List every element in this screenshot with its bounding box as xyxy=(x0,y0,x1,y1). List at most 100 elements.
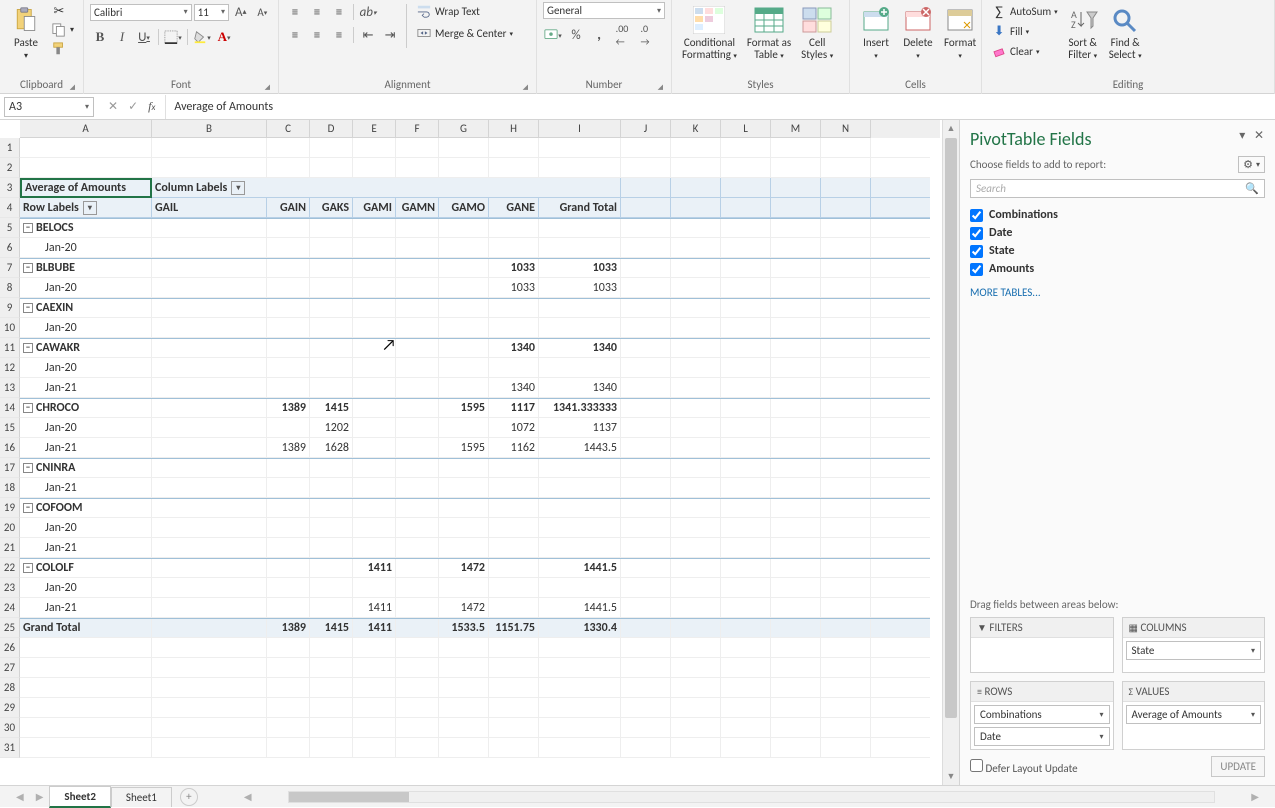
pivot-value[interactable] xyxy=(396,538,439,557)
cell[interactable] xyxy=(771,418,821,437)
copy-button[interactable]: ▾ xyxy=(48,21,77,39)
row-header-12[interactable]: 12 xyxy=(0,358,20,378)
cell[interactable] xyxy=(621,478,671,497)
row-filter-icon[interactable]: ▾ xyxy=(83,201,97,215)
cell[interactable] xyxy=(310,158,353,177)
format-button[interactable]: Format▾ xyxy=(940,2,980,64)
pivot-value[interactable] xyxy=(539,219,621,237)
cell[interactable] xyxy=(621,638,671,657)
cell[interactable] xyxy=(20,718,152,737)
pivot-value[interactable]: 1595 xyxy=(439,399,489,417)
pivot-value[interactable] xyxy=(396,299,439,317)
cell[interactable] xyxy=(721,259,771,277)
cell[interactable] xyxy=(353,658,396,677)
cell[interactable] xyxy=(310,698,353,717)
field-amounts[interactable]: Amounts xyxy=(970,260,1265,278)
name-box[interactable]: A3▾ xyxy=(4,97,94,117)
cell[interactable] xyxy=(621,738,671,757)
scrollbar-thumb[interactable] xyxy=(945,138,957,718)
hscroll-left-icon[interactable]: ◀ xyxy=(238,790,258,803)
cell[interactable] xyxy=(821,138,871,157)
cell[interactable] xyxy=(489,158,539,177)
row-header-3[interactable]: 3 xyxy=(0,178,20,198)
cell[interactable] xyxy=(152,138,267,157)
table-row[interactable] xyxy=(20,718,930,738)
pivot-value[interactable] xyxy=(439,219,489,237)
table-row[interactable]: Jan-2113401340 xyxy=(20,378,930,398)
cell[interactable] xyxy=(721,499,771,517)
cell[interactable] xyxy=(671,259,721,277)
cell[interactable] xyxy=(821,219,871,237)
pivot-description[interactable]: Average of Amounts xyxy=(20,178,152,198)
cell[interactable] xyxy=(721,339,771,357)
cell[interactable] xyxy=(771,219,821,237)
pivot-value[interactable] xyxy=(310,499,353,517)
cell[interactable] xyxy=(721,318,771,337)
currency-icon[interactable]: ▾ xyxy=(543,25,563,45)
cell[interactable] xyxy=(821,598,871,617)
cell[interactable] xyxy=(621,259,671,277)
fill-color-button[interactable]: ▾ xyxy=(192,27,212,47)
pivot-value[interactable] xyxy=(152,598,267,617)
pivot-value[interactable] xyxy=(267,538,310,557)
pivot-value[interactable] xyxy=(310,358,353,377)
cell[interactable] xyxy=(396,738,439,757)
cell[interactable] xyxy=(621,438,671,457)
pivot-value[interactable] xyxy=(539,518,621,537)
cell[interactable] xyxy=(721,578,771,597)
table-row[interactable]: Jan-20 xyxy=(20,318,930,338)
pivot-value[interactable]: 1389 xyxy=(267,399,310,417)
row-header-25[interactable]: 25 xyxy=(0,618,20,638)
decrease-indent-icon[interactable]: ⇤ xyxy=(358,25,378,45)
cell[interactable] xyxy=(671,178,721,197)
pivot-value[interactable] xyxy=(489,478,539,497)
pivot-value[interactable]: 1340 xyxy=(539,378,621,397)
cell[interactable] xyxy=(20,658,152,677)
pivot-row-label[interactable]: Jan-21 xyxy=(20,438,152,457)
table-row[interactable]: Jan-21141114721441.5 xyxy=(20,598,930,618)
pivot-row-label[interactable]: Jan-20 xyxy=(20,578,152,597)
pivot-value[interactable] xyxy=(152,339,267,357)
pivot-value[interactable]: 1443.5 xyxy=(539,438,621,457)
pivot-value[interactable] xyxy=(489,299,539,317)
pivot-col-Grand Total[interactable]: Grand Total xyxy=(539,198,621,217)
cell[interactable] xyxy=(721,738,771,757)
pivot-value[interactable] xyxy=(439,238,489,257)
cell[interactable] xyxy=(721,198,771,217)
cell[interactable] xyxy=(621,158,671,177)
pivot-value[interactable] xyxy=(396,578,439,597)
column-headers[interactable]: ABCDEFGHIJKLMN xyxy=(20,120,940,138)
pivot-value[interactable] xyxy=(396,339,439,357)
col-header-M[interactable]: M xyxy=(771,120,821,138)
pivot-value[interactable] xyxy=(267,578,310,597)
pivot-value[interactable]: 1340 xyxy=(539,339,621,357)
cell[interactable] xyxy=(821,478,871,497)
pivot-value[interactable]: 1162 xyxy=(489,438,539,457)
cell[interactable] xyxy=(671,698,721,717)
table-row[interactable]: Grand Total1389141514111533.51151.751330… xyxy=(20,618,930,638)
cell[interactable] xyxy=(152,718,267,737)
col-header-L[interactable]: L xyxy=(721,120,771,138)
cell[interactable] xyxy=(621,238,671,257)
pivot-value[interactable]: 1341.333333 xyxy=(539,399,621,417)
cell[interactable] xyxy=(353,718,396,737)
cell[interactable] xyxy=(539,698,621,717)
cell[interactable] xyxy=(489,138,539,157)
cell[interactable] xyxy=(671,438,721,457)
row-header-19[interactable]: 19 xyxy=(0,498,20,518)
pivot-value[interactable] xyxy=(539,318,621,337)
align-right-icon[interactable]: ≡ xyxy=(329,25,349,45)
pivot-row-label[interactable]: Jan-20 xyxy=(20,238,152,257)
pivot-group[interactable]: −BLBUBE xyxy=(20,259,152,277)
sort-filter-button[interactable]: AZSort &Filter ▾ xyxy=(1063,2,1103,64)
cell[interactable] xyxy=(267,678,310,697)
cut-button[interactable]: ✂ xyxy=(48,2,77,20)
cell[interactable] xyxy=(821,399,871,417)
pivot-value[interactable] xyxy=(353,418,396,437)
cell[interactable] xyxy=(821,578,871,597)
pivot-value[interactable] xyxy=(353,299,396,317)
pivot-value[interactable] xyxy=(152,418,267,437)
pivot-value[interactable] xyxy=(152,438,267,457)
cell[interactable] xyxy=(671,318,721,337)
sheet-tab-active[interactable]: Sheet2 xyxy=(49,786,111,808)
